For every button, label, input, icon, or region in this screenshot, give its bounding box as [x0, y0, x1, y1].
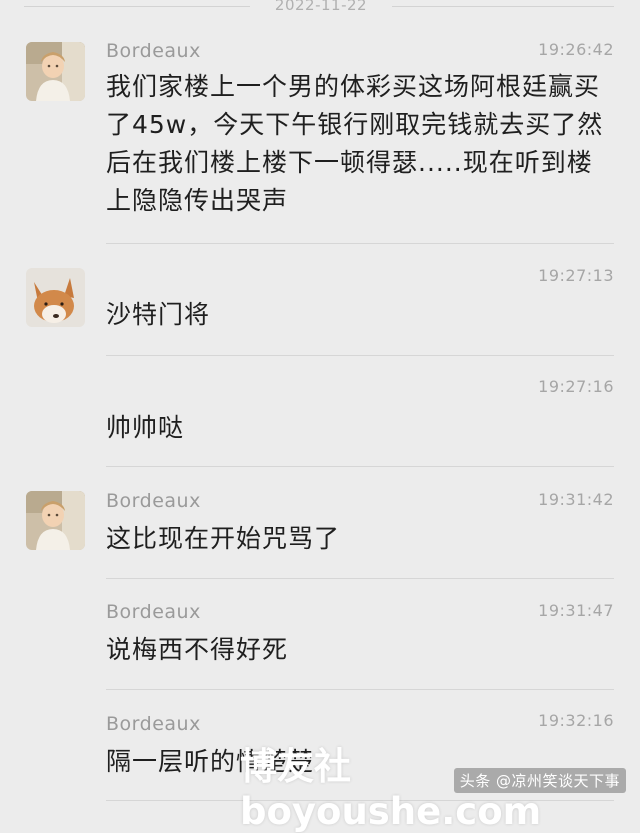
- message-text: 沙特门将: [106, 300, 211, 329]
- date-header: 2022-11-22: [0, 0, 640, 20]
- message-time: 19:26:42: [538, 40, 614, 59]
- sender-name: Bordeaux: [106, 490, 201, 512]
- date-label: 2022-11-22: [274, 0, 368, 14]
- message-time: 19:31:42: [538, 490, 614, 509]
- message-text: 帅帅哒: [106, 413, 185, 442]
- message-time: 19:31:47: [538, 601, 614, 620]
- chat-message: Bordeaux 19:31:47 说梅西不得好死: [0, 599, 640, 679]
- avatar[interactable]: [26, 268, 85, 327]
- avatar[interactable]: [26, 491, 85, 550]
- message-time: 19:32:16: [538, 711, 614, 730]
- message-text: 说梅西不得好死: [106, 635, 289, 664]
- message-divider: [106, 689, 614, 690]
- message-divider: [106, 355, 614, 356]
- message-divider: [106, 578, 614, 579]
- message-divider: [106, 466, 614, 467]
- message-text: 这比现在开始咒骂了: [106, 524, 341, 553]
- chat-message: 19:27:16 帅帅哒: [0, 375, 640, 445]
- date-divider-left: [24, 6, 250, 7]
- sender-name: Bordeaux: [106, 713, 201, 735]
- message-time: 19:27:13: [538, 266, 614, 285]
- chat-message: 19:27:13 沙特门将: [0, 262, 640, 332]
- avatar[interactable]: [26, 42, 85, 101]
- chat-message: Bordeaux 19:26:42 我们家楼上一个男的体彩买这场阿根廷赢买了45…: [0, 38, 640, 238]
- message-divider: [106, 243, 614, 244]
- message-text: 我们家楼上一个男的体彩买这场阿根廷赢买了45w，今天下午银行刚取完钱就去买了然后…: [106, 72, 604, 215]
- message-time: 19:27:16: [538, 377, 614, 396]
- sender-name: Bordeaux: [106, 601, 201, 623]
- source-badge: 头条 @凉州笑谈天下事: [453, 768, 626, 793]
- date-divider-right: [392, 6, 614, 7]
- sender-name: Bordeaux: [106, 40, 201, 62]
- chat-message: Bordeaux 19:31:42 这比现在开始咒骂了: [0, 488, 640, 568]
